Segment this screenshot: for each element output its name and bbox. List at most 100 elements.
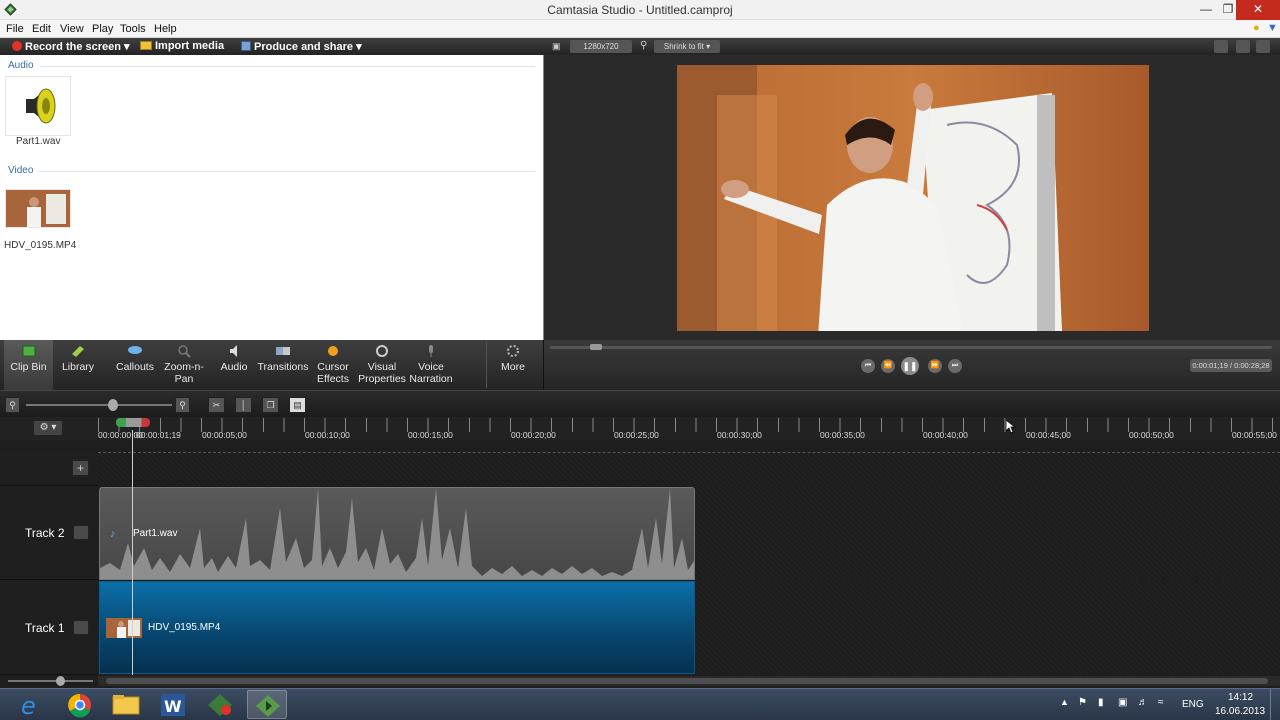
zoom-out-icon[interactable]: ⚲: [5, 397, 20, 413]
voice-narration-icon: [429, 345, 433, 357]
taskbar-ie[interactable]: e: [13, 690, 53, 720]
taskbar-camtasia-studio[interactable]: [247, 690, 287, 719]
import-media-label: Import media: [155, 40, 225, 52]
preview-scrub-bar[interactable]: [550, 346, 1272, 349]
chrome-icon: [68, 693, 91, 718]
cut-icon[interactable]: ✂: [208, 397, 225, 413]
menu-view[interactable]: View: [60, 23, 84, 35]
timeline-toolbar: [0, 390, 1280, 417]
action-center-icon[interactable]: ⚑: [1078, 697, 1087, 708]
menu-tools[interactable]: Tools: [120, 23, 146, 35]
video-clip[interactable]: HDV_0195.MP4: [99, 581, 695, 674]
audio-clip-thumbnail[interactable]: [5, 76, 71, 136]
wifi-icon[interactable]: ≈: [1158, 697, 1164, 708]
audio-file-name: Part1.wav: [16, 136, 61, 147]
tab-library[interactable]: Library: [55, 340, 101, 390]
zoom-icon: ⚲: [640, 40, 648, 51]
skip-to-end-button[interactable]: ⏭: [948, 359, 962, 373]
tip-bulb-icon[interactable]: ●: [1253, 22, 1260, 34]
show-desktop-button[interactable]: [1270, 689, 1280, 720]
timeline-scroll-thumb[interactable]: [106, 678, 1268, 684]
canvas-size-dropdown[interactable]: 1280x720: [570, 40, 632, 53]
tab-clip-bin[interactable]: Clip Bin: [4, 340, 53, 390]
menu-edit[interactable]: Edit: [32, 23, 51, 35]
clock-time[interactable]: 14:12: [1228, 692, 1253, 703]
zoom-in-icon[interactable]: ⚲: [175, 397, 190, 413]
preview-snapshot-button[interactable]: [1214, 40, 1228, 53]
tab-voice-narration[interactable]: Voice Narration: [408, 340, 454, 390]
tab-more[interactable]: More: [493, 340, 533, 390]
video-clip-label: HDV_0195.MP4: [148, 622, 221, 633]
ruler-label: 00:00:55;00: [1232, 430, 1277, 440]
ruler-label: 00:00:45;00: [1026, 430, 1071, 440]
track-2-lock-icon[interactable]: [73, 525, 89, 540]
timeline-zoom-slider[interactable]: [26, 404, 172, 406]
timeline-settings-button[interactable]: ⚙ ▾: [33, 420, 63, 436]
folder-icon: [140, 41, 152, 50]
video-section-label: Video: [8, 165, 34, 176]
tab-cursor-effects[interactable]: Cursor Effects: [311, 340, 355, 390]
taskbar-explorer[interactable]: [106, 690, 146, 719]
track-height-thumb[interactable]: [56, 676, 65, 686]
canvas-size-icon[interactable]: ▣: [552, 41, 561, 52]
video-clip-thumbnail[interactable]: [5, 189, 71, 228]
track-2-header: Track 2: [0, 487, 98, 580]
gear-icon: ⚙: [39, 422, 49, 433]
ruler-label: 00:00:10;00: [305, 430, 350, 440]
menu-help[interactable]: Help: [154, 23, 177, 35]
scrub-thumb[interactable]: [590, 344, 602, 350]
marker-track[interactable]: [98, 452, 1280, 486]
add-track-button[interactable]: +: [72, 460, 89, 476]
record-screen-label: Record the screen: [25, 41, 121, 53]
help-menu-icon[interactable]: ▼: [1267, 22, 1278, 34]
tab-visual-properties[interactable]: Visual Properties: [357, 340, 407, 390]
step-back-button[interactable]: ⏪: [881, 359, 895, 373]
record-screen-button[interactable]: Record the screen ▾: [12, 40, 130, 53]
tray-overflow-icon[interactable]: ▲: [1060, 697, 1069, 707]
timeline-zoom-thumb[interactable]: [108, 399, 118, 411]
import-media-button[interactable]: Import media: [140, 40, 224, 52]
file-explorer-icon: [112, 695, 140, 715]
tab-transitions[interactable]: Transitions: [257, 340, 309, 390]
usb-device-icon[interactable]: ▮: [1098, 697, 1104, 708]
svg-text:e: e: [21, 692, 36, 719]
menu-play[interactable]: Play: [92, 23, 113, 35]
tab-label: Transitions: [257, 361, 309, 373]
track-1-lock-icon[interactable]: [73, 620, 89, 635]
detach-preview-button[interactable]: [1236, 40, 1250, 53]
copy-icon[interactable]: ❐: [262, 397, 279, 413]
video-file-name: HDV_0195.MP4: [4, 240, 77, 251]
track-height-slider[interactable]: [8, 680, 93, 682]
video-preview-frame[interactable]: [677, 65, 1149, 331]
tab-audio[interactable]: Audio: [212, 340, 256, 390]
paste-icon[interactable]: ▤: [289, 397, 306, 413]
fullscreen-preview-button[interactable]: [1256, 40, 1270, 53]
step-forward-button[interactable]: ⏩: [928, 359, 942, 373]
close-button[interactable]: ✕: [1236, 0, 1280, 20]
svg-text:W: W: [164, 697, 182, 716]
tab-zoom-n-pan[interactable]: Zoom-n-Pan: [161, 340, 207, 390]
taskbar-word[interactable]: W: [153, 690, 193, 719]
menu-file[interactable]: File: [6, 23, 24, 35]
taskbar-chrome[interactable]: [60, 690, 100, 719]
produce-share-button[interactable]: Produce and share ▾: [241, 40, 362, 53]
audio-clip[interactable]: ♪ Part1.wav: [99, 487, 695, 580]
network-icon[interactable]: ▣: [1118, 697, 1127, 708]
playhead-handle[interactable]: [116, 418, 150, 427]
taskbar-camtasia-recorder[interactable]: [200, 690, 240, 719]
zoom-mode-dropdown[interactable]: Shrink to fit ▾: [654, 40, 720, 53]
ruler-label: 00:00:30;00: [717, 430, 762, 440]
volume-icon[interactable]: ♬: [1138, 697, 1148, 708]
pause-button[interactable]: ❚❚: [901, 357, 919, 375]
word-icon: W: [161, 694, 185, 716]
skip-to-start-button[interactable]: ⏮: [861, 359, 875, 373]
mouse-cursor-icon: [1006, 420, 1016, 434]
tab-callouts[interactable]: Callouts: [112, 340, 158, 390]
input-language[interactable]: ENG: [1182, 699, 1204, 710]
chevron-down-icon: ▾: [124, 41, 130, 53]
clock-date[interactable]: 16.06.2013: [1215, 706, 1265, 717]
track-1-header: Track 1: [0, 581, 98, 675]
split-icon[interactable]: │: [235, 397, 252, 413]
audio-clip-label: Part1.wav: [133, 528, 178, 539]
clip-bin-icon: [22, 345, 35, 357]
